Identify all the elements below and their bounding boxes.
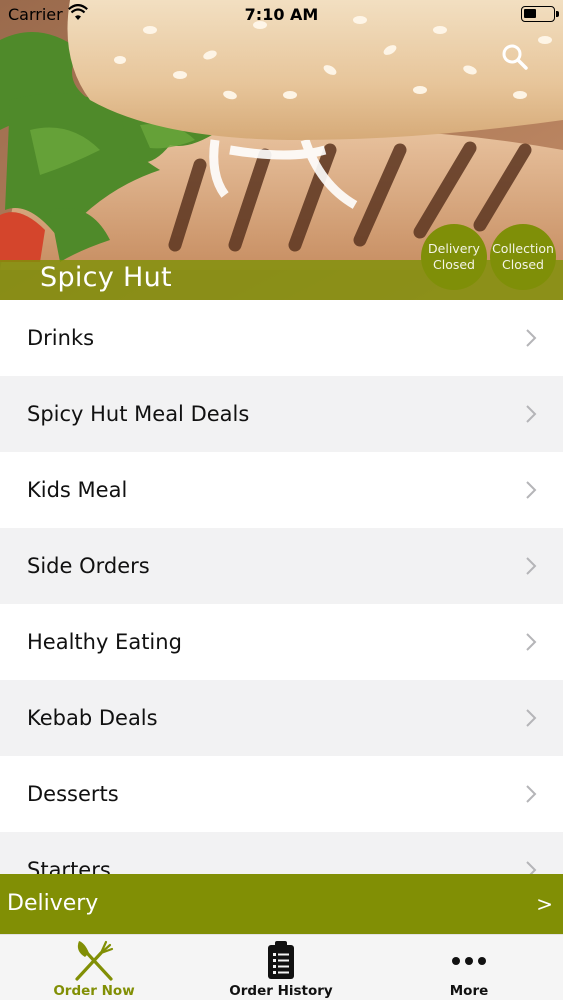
- restaurant-name: Spicy Hut: [40, 262, 172, 293]
- menu-category-label: Healthy Eating: [27, 630, 182, 654]
- menu-category-label: Starters: [27, 858, 111, 874]
- battery-icon: [521, 6, 559, 22]
- menu-category-label: Spicy Hut Meal Deals: [27, 402, 250, 426]
- tab-more[interactable]: More: [375, 935, 563, 1000]
- clock-label: 7:10 AM: [244, 5, 319, 24]
- menu-category-item[interactable]: Starters: [0, 832, 563, 874]
- menu-category-item[interactable]: Spicy Hut Meal Deals: [0, 376, 563, 452]
- chevron-right-icon: [526, 329, 537, 347]
- chevron-right-icon: [526, 633, 537, 651]
- menu-category-item[interactable]: Healthy Eating: [0, 604, 563, 680]
- menu-category-list: Drinks Spicy Hut Meal Deals Kids Meal Si…: [0, 300, 563, 874]
- search-icon[interactable]: [500, 42, 530, 72]
- menu-category-label: Kebab Deals: [27, 706, 158, 730]
- menu-category-item[interactable]: Kebab Deals: [0, 680, 563, 756]
- order-type-bar[interactable]: Delivery >: [0, 874, 563, 934]
- order-type-arrow: >: [536, 892, 553, 916]
- fork-knife-icon: [75, 940, 114, 981]
- menu-category-label: Side Orders: [27, 554, 150, 578]
- chevron-right-icon: [526, 861, 537, 874]
- tab-order-history[interactable]: Order History: [187, 935, 375, 1000]
- delivery-status-value: Closed: [433, 257, 475, 272]
- menu-category-item[interactable]: Drinks: [0, 300, 563, 376]
- menu-category-label: Drinks: [27, 326, 95, 350]
- chevron-right-icon: [526, 405, 537, 423]
- tab-more-label: More: [449, 983, 489, 999]
- menu-category-item[interactable]: Side Orders: [0, 528, 563, 604]
- menu-category-label: Desserts: [27, 782, 119, 806]
- chevron-right-icon: [526, 709, 537, 727]
- chevron-right-icon: [526, 785, 537, 803]
- delivery-status-label: Delivery: [428, 241, 480, 256]
- order-type-label: Delivery: [7, 891, 99, 916]
- clipboard-list-icon: [268, 941, 294, 979]
- menu-category-label: Kids Meal: [27, 478, 128, 502]
- tab-order-now-label: Order Now: [53, 983, 135, 999]
- chevron-right-icon: [526, 557, 537, 575]
- chevron-right-icon: [526, 481, 537, 499]
- tab-bar: Order Now Order History More: [0, 934, 563, 1000]
- more-dots-icon: [452, 957, 486, 965]
- tab-order-history-label: Order History: [229, 983, 333, 999]
- status-bar: Carrier 7:10 AM: [0, 0, 563, 30]
- hero-banner: Carrier 7:10 AM Spicy Hut Delivery Close…: [0, 0, 563, 300]
- menu-category-item[interactable]: Kids Meal: [0, 452, 563, 528]
- collection-status-value: Closed: [502, 257, 544, 272]
- delivery-status-badge: Delivery Closed: [421, 224, 487, 290]
- menu-category-item[interactable]: Desserts: [0, 756, 563, 832]
- tab-order-now[interactable]: Order Now: [0, 935, 188, 1000]
- collection-status-label: Collection: [492, 241, 554, 256]
- collection-status-badge: Collection Closed: [490, 224, 556, 290]
